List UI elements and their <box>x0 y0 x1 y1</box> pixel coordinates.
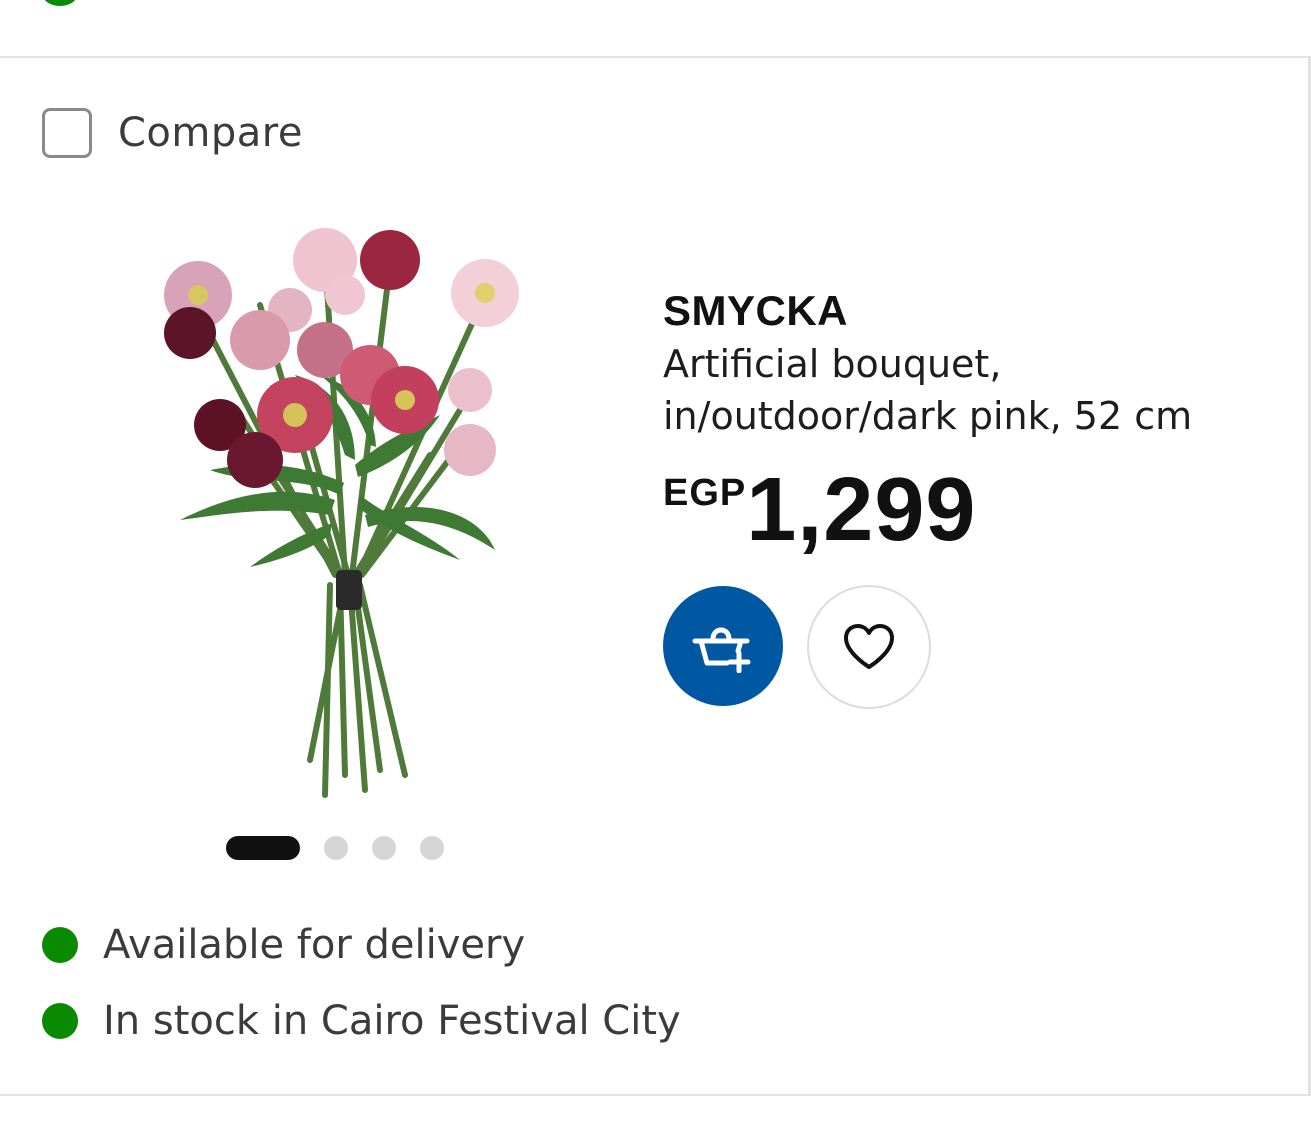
carousel-dot-active[interactable] <box>226 836 300 860</box>
product-image[interactable] <box>130 215 630 815</box>
bouquet-illustration <box>164 228 519 798</box>
add-to-cart-button[interactable] <box>663 586 783 706</box>
carousel-dot[interactable] <box>372 836 396 860</box>
carousel-dot[interactable] <box>420 836 444 860</box>
product-name[interactable]: SMYCKA <box>663 286 1283 336</box>
image-carousel-indicator <box>226 834 444 862</box>
product-info[interactable]: SMYCKA Artificial bouquet, in/outdoor/da… <box>663 286 1283 442</box>
price-currency: EGP <box>663 472 747 514</box>
delivery-status-text: Available for delivery <box>103 922 526 968</box>
availability-status-icon <box>42 927 78 963</box>
checkbox-box[interactable] <box>42 108 92 158</box>
stock-status-text[interactable]: In stock in Cairo Festival City <box>103 998 681 1044</box>
previous-product-card-fragment <box>0 0 1311 58</box>
product-description-line: Artificial bouquet, <box>663 342 1002 386</box>
product-description: Artificial bouquet, in/outdoor/dark pink… <box>663 338 1283 442</box>
basket-plus-icon <box>692 627 751 673</box>
price-amount: 1,299 <box>746 460 977 560</box>
stock-status-icon <box>42 1003 78 1039</box>
card-divider-bottom <box>0 1094 1311 1096</box>
availability-dot <box>43 0 77 6</box>
carousel-dot[interactable] <box>324 836 348 860</box>
product-price: EGP 1,299 <box>663 462 976 558</box>
favourite-button[interactable] <box>807 585 931 709</box>
compare-label: Compare <box>118 110 303 156</box>
product-description-line: in/outdoor/dark pink, 52 cm <box>663 394 1193 438</box>
compare-checkbox[interactable]: Compare <box>42 105 303 161</box>
card-divider-top <box>0 56 1311 58</box>
store-stock-availability[interactable]: In stock in Cairo Festival City <box>42 996 681 1046</box>
delivery-availability: Available for delivery <box>42 920 525 970</box>
heart-icon <box>844 624 894 669</box>
